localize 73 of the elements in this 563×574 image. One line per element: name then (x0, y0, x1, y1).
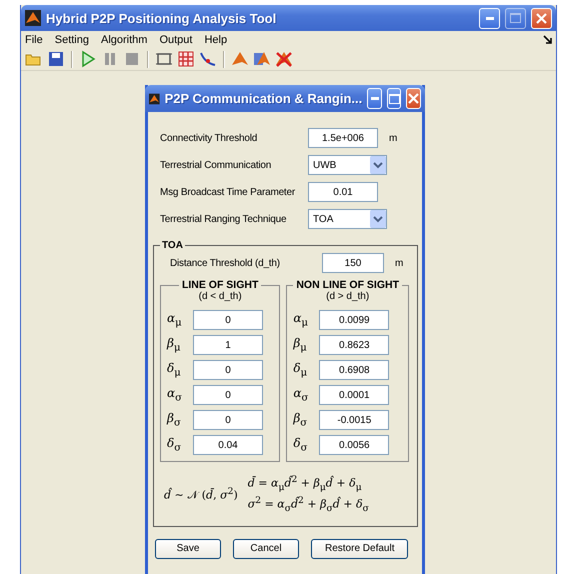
condition-label: (d < d_th) (198, 291, 242, 302)
dock-arrow-icon[interactable] (543, 35, 552, 44)
parameter-symbol: α$_{μ}$ (167, 311, 183, 329)
minimize-icon (370, 97, 379, 100)
maximize-icon (510, 13, 521, 24)
parameter-symbol: δ$_{σ}$ (167, 436, 182, 454)
maximize-button[interactable] (505, 8, 526, 29)
window-title: Hybrid P2P Positioning Analysis Tool (46, 10, 278, 26)
unit-label: m (395, 258, 404, 268)
field-label: Distance Threshold (d_th) (170, 258, 281, 268)
input-field[interactable]: 0 (193, 385, 263, 405)
parameter-symbol: α$_{σ}$ (293, 386, 310, 404)
close-icon (408, 93, 420, 104)
save-icon[interactable] (47, 50, 65, 68)
input-field[interactable]: 0.04 (193, 435, 263, 455)
field-label: Msg Broadcast Time Parameter (160, 186, 296, 198)
formula-text: d̂ ∼ 𝒩 (d̄, σ$^{2}$) (164, 486, 238, 502)
field-label: Connectivity Threshold (160, 132, 258, 144)
unit-label: m (389, 132, 398, 144)
parameter-symbol: δ$_{μ}$ (293, 361, 308, 379)
dialog-button[interactable]: Save (155, 538, 221, 559)
group-title: NON LINE OF SIGHT (295, 279, 400, 291)
parameter-symbol: α$_{μ}$ (293, 311, 309, 329)
input-field[interactable]: 0 (193, 410, 263, 430)
parameter-symbol: β$_{σ}$ (293, 411, 308, 429)
input-field[interactable]: -0.0015 (319, 410, 390, 430)
minimize-button[interactable] (479, 8, 500, 29)
input-field[interactable]: 0.8623 (319, 335, 390, 355)
input-field[interactable]: 1.5e+006 (308, 128, 378, 148)
input-field[interactable]: 150 (322, 253, 384, 273)
input-field[interactable]: 0 (193, 360, 263, 380)
minimize-button[interactable] (367, 88, 382, 109)
dropdown[interactable]: UWB (308, 155, 387, 175)
input-field[interactable]: 0.0056 (319, 435, 390, 455)
parameter-symbol: β$_{μ}$ (167, 336, 182, 354)
app-logo-icon (149, 90, 160, 106)
dropdown[interactable]: TOA (308, 209, 387, 229)
close-icon (536, 12, 547, 24)
input-field[interactable]: 0.0099 (319, 310, 390, 330)
grid-icon[interactable] (177, 50, 195, 68)
parameter-symbol: α$_{σ}$ (167, 386, 183, 404)
field-label: Terrestrial Ranging Technique (160, 214, 288, 224)
menu-item[interactable]: Setting (54, 34, 89, 46)
close-button[interactable] (406, 88, 422, 109)
formula-text: d̄ = α$_{μ}$d̂$^{2}$ + β$_{μ}$d̂ + δ$_{μ}$ (248, 474, 363, 493)
group-title: TOA (161, 240, 184, 251)
close-button[interactable] (531, 8, 552, 29)
parameter-symbol: δ$_{μ}$ (167, 361, 182, 379)
input-field[interactable]: 0 (193, 310, 263, 330)
input-field[interactable]: 1 (193, 335, 263, 355)
parameter-symbol: δ$_{σ}$ (293, 436, 308, 454)
field-label: Terrestrial Communication (160, 160, 272, 170)
parameter-symbol: β$_{μ}$ (293, 336, 308, 354)
dialog-button[interactable]: Cancel (233, 538, 299, 559)
dialog-title: P2P Communication & Rangin... (164, 91, 362, 106)
dialog-button[interactable]: Restore Default (311, 538, 408, 559)
minimize-icon (486, 16, 494, 20)
input-field[interactable]: 0.6908 (319, 360, 390, 380)
curve-icon[interactable] (199, 50, 217, 68)
formula-text: σ$^{2}$ = α$_{σ}$d̂$^{2}$ + β$_{σ}$d̂ + δ$_{σ}$ (248, 494, 369, 514)
parameter-symbol: β$_{σ}$ (167, 411, 182, 429)
input-field[interactable]: 0.0001 (319, 385, 390, 405)
app-logo-icon (25, 10, 41, 26)
menu-item[interactable]: Output (159, 34, 192, 46)
peak-cross-icon[interactable] (275, 50, 293, 68)
menu-item[interactable]: Algorithm (100, 34, 148, 46)
menu-item[interactable]: Help (204, 34, 228, 46)
maximize-button[interactable] (386, 88, 402, 109)
group-title: LINE OF SIGHT (180, 279, 260, 291)
input-field[interactable]: 0.01 (308, 182, 378, 202)
menu-item[interactable]: File (25, 34, 43, 46)
maximize-icon (388, 94, 400, 104)
condition-label: (d > d_th) (326, 291, 370, 302)
